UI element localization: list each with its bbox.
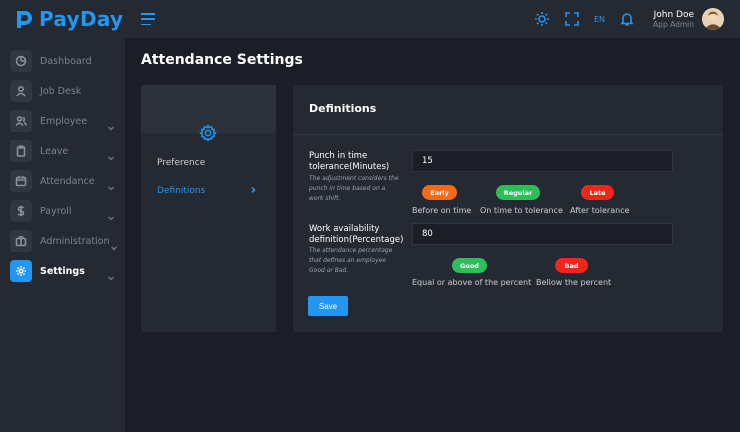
badge-late: Late	[581, 185, 614, 200]
clipboard-icon	[10, 140, 32, 162]
brand-logo[interactable]: PayDay	[0, 0, 125, 38]
tab-preference[interactable]: Preference	[157, 158, 205, 168]
user-menu[interactable]: John Doe App Admin	[653, 8, 724, 30]
sidebar-item-label: Settings	[40, 265, 85, 277]
save-button[interactable]: Save	[308, 296, 348, 316]
badge-early: Early	[422, 185, 457, 200]
sidebar-item-label: Job Desk	[40, 85, 82, 97]
caption-bad: Bellow the percent	[536, 278, 612, 287]
chevron-down-icon	[107, 117, 115, 131]
caption-late: After tolerance	[570, 206, 630, 215]
punch-tolerance-help: The adjustment considers the punch in ti…	[309, 175, 399, 202]
definitions-card: Definitions Punch in time tolerance(Minu…	[293, 85, 723, 332]
work-availability-input[interactable]: 80	[412, 223, 673, 245]
definitions-title: Definitions	[309, 102, 377, 115]
tab-label: Preference	[157, 158, 206, 168]
sun-icon[interactable]	[534, 11, 550, 27]
chevron-down-icon	[107, 147, 115, 161]
sidebar-item-label: Payroll	[40, 205, 72, 217]
sidebar-item-dashboard[interactable]: Dashboard	[0, 46, 125, 76]
caption-regular: On time to tolerance	[480, 206, 563, 215]
menu-toggle-icon[interactable]	[141, 13, 155, 25]
chevron-down-icon	[110, 237, 118, 251]
badge-bad: Bad	[555, 258, 588, 273]
topbar-actions: EN John Doe App Admin	[520, 0, 724, 38]
tab-definitions[interactable]: Definitions	[157, 186, 257, 197]
chevron-down-icon	[107, 177, 115, 191]
fullscreen-icon[interactable]	[564, 11, 580, 27]
sidebar-item-employee[interactable]: Employee	[0, 106, 125, 136]
sidebar-item-label: Employee	[40, 115, 88, 127]
dashboard-icon	[10, 50, 32, 72]
sidebar-item-payroll[interactable]: Payroll	[0, 196, 125, 226]
sidebar-item-label: Leave	[40, 145, 69, 157]
bell-icon[interactable]	[619, 11, 635, 27]
user-icon	[10, 80, 32, 102]
sidebar-nav: Dashboard Job Desk Employee Leave Attend…	[0, 46, 125, 286]
user-role: App Admin	[653, 19, 694, 29]
caption-early: Before on time	[412, 206, 472, 215]
sidebar-item-label: Dashboard	[40, 55, 92, 67]
dollar-icon	[10, 200, 32, 222]
calendar-icon	[10, 170, 32, 192]
divider	[293, 134, 723, 135]
page-title: Attendance Settings	[141, 52, 303, 68]
work-availability-label: Work availability definition(Percentage)	[309, 224, 404, 245]
sidebar-item-administration[interactable]: Administration	[0, 226, 125, 256]
language-selector[interactable]: EN	[594, 15, 605, 24]
tab-label: Definitions	[157, 186, 206, 196]
brand-name: PayDay	[39, 7, 124, 31]
sidebar: PayDay Dashboard Job Desk Employee Leave…	[0, 0, 125, 432]
badge-good: Good	[452, 258, 487, 273]
user-info: John Doe App Admin	[653, 10, 694, 29]
app-root: PayDay Dashboard Job Desk Employee Leave…	[0, 0, 740, 432]
punch-tolerance-label: Punch in time tolerance(Minutes)	[309, 151, 390, 172]
topbar: EN John Doe App Admin	[125, 0, 740, 38]
avatar[interactable]	[702, 8, 724, 30]
chevron-right-icon	[249, 186, 257, 197]
chevron-down-icon	[107, 207, 115, 221]
work-availability-help: The attendance percentage that defines a…	[309, 247, 393, 274]
payday-logo-icon	[14, 9, 34, 29]
gear-icon	[199, 124, 217, 142]
user-name: John Doe	[653, 9, 694, 20]
caption-good: Equal or above of the percent	[412, 278, 532, 287]
settings-tabs-card: Preference Definitions	[141, 85, 276, 332]
users-icon	[10, 110, 32, 132]
sidebar-item-leave[interactable]: Leave	[0, 136, 125, 166]
gear-icon	[10, 260, 32, 282]
sidebar-item-job-desk[interactable]: Job Desk	[0, 76, 125, 106]
sidebar-item-settings[interactable]: Settings	[0, 256, 125, 286]
briefcase-icon	[10, 230, 32, 252]
chevron-down-icon	[107, 267, 115, 281]
sidebar-item-label: Administration	[40, 235, 110, 247]
sidebar-item-label: Attendance	[40, 175, 95, 187]
badge-regular: Regular	[496, 185, 540, 200]
sidebar-item-attendance[interactable]: Attendance	[0, 166, 125, 196]
punch-tolerance-input[interactable]: 15	[412, 150, 673, 172]
